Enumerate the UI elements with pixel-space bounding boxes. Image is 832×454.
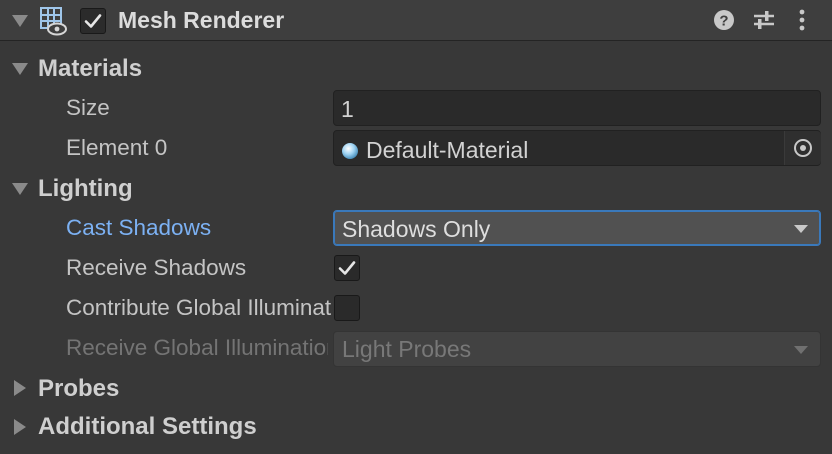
receive-shadows-checkbox[interactable] — [334, 255, 360, 281]
additional-settings-foldout-arrow-icon[interactable] — [14, 419, 26, 435]
collapse-arrow-icon[interactable] — [12, 15, 28, 27]
preset-icon[interactable] — [752, 9, 776, 31]
object-picker-icon — [794, 139, 812, 157]
element-0-label: Element 0 — [66, 135, 168, 160]
receive-gi-value: Light Probes — [342, 336, 472, 362]
materials-section-label[interactable]: Materials — [38, 55, 142, 83]
materials-foldout-arrow-icon[interactable] — [12, 63, 28, 75]
cast-shadows-value: Shadows Only — [342, 216, 491, 242]
element-0-value: Default-Material — [366, 137, 529, 163]
lighting-foldout-arrow-icon[interactable] — [12, 183, 28, 195]
probes-section-label[interactable]: Probes — [38, 375, 119, 403]
probes-foldout-arrow-icon[interactable] — [14, 380, 26, 396]
component-enabled-checkbox[interactable] — [80, 8, 106, 34]
chevron-down-icon — [794, 346, 808, 354]
chevron-down-icon — [794, 225, 808, 233]
cast-shadows-label: Cast Shadows — [66, 215, 212, 240]
receive-shadows-label: Receive Shadows — [66, 255, 247, 280]
checkmark-icon — [338, 261, 356, 275]
size-label: Size — [66, 95, 110, 120]
additional-settings-section-label[interactable]: Additional Settings — [38, 413, 257, 441]
receive-gi-dropdown: Light Probes — [333, 331, 821, 367]
contribute-gi-label: Contribute Global Illumination — [66, 295, 332, 320]
component-header: Mesh Renderer ? — [0, 0, 832, 41]
cast-shadows-dropdown[interactable]: Shadows Only — [333, 210, 821, 246]
svg-text:?: ? — [719, 13, 728, 30]
element-0-object-field[interactable]: Default-Material — [333, 130, 821, 166]
checkmark-icon — [84, 14, 102, 28]
contribute-gi-checkbox[interactable] — [334, 295, 360, 321]
receive-gi-label: Receive Global Illumination — [66, 335, 328, 360]
lighting-section-label[interactable]: Lighting — [38, 175, 133, 203]
object-picker-button[interactable] — [784, 131, 821, 165]
size-field[interactable]: 1 — [333, 90, 821, 126]
component-title: Mesh Renderer — [118, 7, 285, 33]
help-icon[interactable]: ? — [713, 9, 735, 31]
size-value: 1 — [341, 96, 354, 122]
material-icon — [341, 139, 359, 159]
mesh-renderer-icon — [39, 6, 69, 36]
kebab-menu-icon[interactable] — [797, 9, 807, 33]
